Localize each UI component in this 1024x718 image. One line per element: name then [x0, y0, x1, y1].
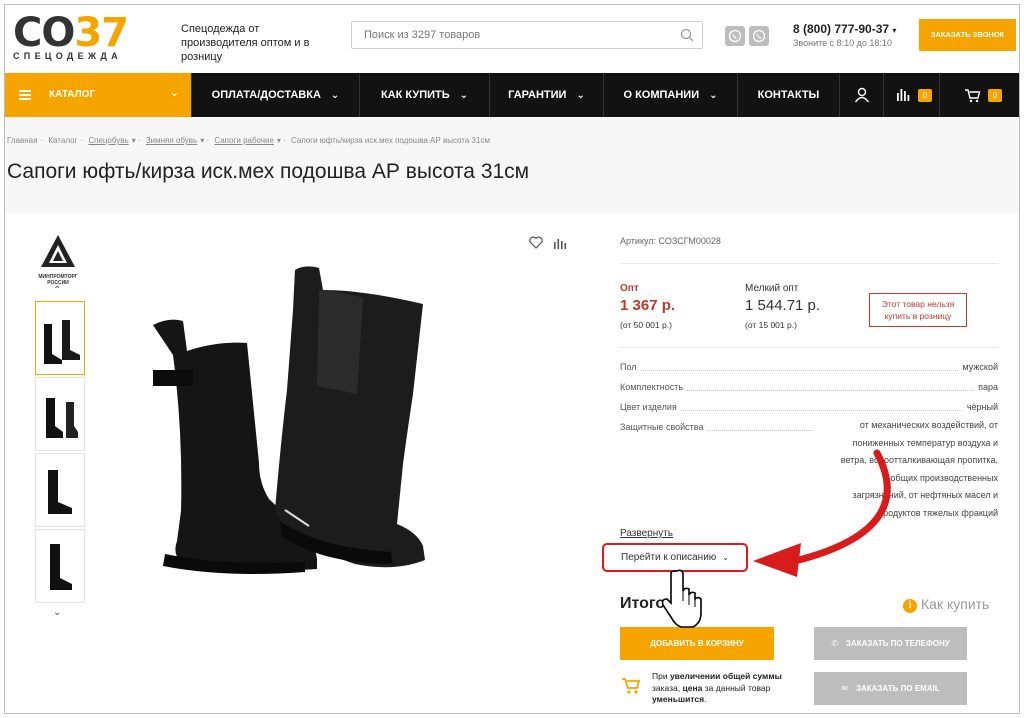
search-icon[interactable]	[680, 28, 694, 42]
burger-icon	[19, 90, 31, 100]
catalog-menu-button[interactable]: Каталог ⌄	[5, 73, 191, 117]
compare-icon	[897, 89, 910, 101]
tagline: Спецодежда от производителя оптом и в ро…	[181, 23, 310, 63]
callback-button[interactable]: Заказать звонок	[919, 19, 1016, 51]
logo-subtitle: СПЕЦОДЕЖДА	[13, 51, 122, 61]
nav-how-to-buy[interactable]: Как купить ⌄	[359, 73, 489, 117]
cart-icon	[965, 89, 981, 103]
favorite-icon[interactable]	[529, 236, 543, 249]
logo[interactable]: СО37 СПЕЦОДЕЖДА	[13, 13, 155, 61]
page-title: Сапоги юфть/кирза иск.мех подошва АР выс…	[7, 160, 530, 183]
opt-price-label: Опт	[620, 283, 639, 294]
breadcrumb-winter[interactable]: Зимняя обувь	[146, 136, 197, 145]
small-opt-price-note: (от 15 001 р.)	[745, 320, 797, 330]
order-by-email-button[interactable]: ✉ Заказать по email	[814, 672, 967, 705]
account-icon[interactable]	[839, 73, 883, 117]
page-frame: СО37 СПЕЦОДЕЖДА Спецодежда от производит…	[4, 4, 1020, 714]
breadcrumb-work-boots[interactable]: Сапоги рабочие	[214, 136, 274, 145]
chevron-down-icon: ⌄	[169, 87, 179, 99]
divider	[620, 347, 998, 348]
logo-text-b: 37	[74, 10, 129, 56]
small-opt-price-label: Мелкий опт	[745, 283, 799, 294]
nav-guarantees[interactable]: Гарантии ⌄	[489, 73, 603, 117]
expand-specs-link[interactable]: Развернуть	[620, 528, 673, 539]
compare-count-badge: 0	[918, 89, 932, 102]
chevron-down-icon: ⌄	[709, 90, 718, 101]
chevron-down-icon: ⌄	[330, 90, 340, 101]
chevron-down-icon: ⌄	[722, 553, 729, 562]
add-to-cart-button[interactable]: Добавить в корзину	[620, 627, 774, 660]
product-image[interactable]	[135, 260, 435, 600]
breadcrumb-catalog[interactable]: Каталог	[48, 136, 77, 145]
thumb-down-arrow[interactable]: ⌄	[53, 607, 61, 618]
site-header: СО37 СПЕЦОДЕЖДА Спецодежда от производит…	[5, 5, 1019, 73]
breadcrumb-footwear[interactable]: Спецобувь	[88, 136, 128, 145]
cart-discount-icon	[622, 678, 641, 694]
thumbnail-4[interactable]	[35, 529, 85, 603]
thumbnail-2[interactable]	[35, 377, 85, 451]
minpromtorg-logo	[41, 235, 75, 267]
cart-count-badge: 0	[988, 89, 1002, 102]
thumb-up-arrow[interactable]: ⌃	[53, 285, 61, 296]
main-nav: Каталог ⌄ Оплата/доставка ⌄ Как купить ⌄ Г…	[5, 73, 1019, 117]
product-sku: Артикул: СОЗСГМ00028	[620, 236, 721, 246]
info-icon: i	[903, 599, 917, 613]
envelope-icon: ✉	[841, 684, 848, 693]
certificate-badge[interactable]: Минпромторг России	[33, 233, 83, 287]
opt-price: 1 367 р.	[620, 297, 676, 314]
cart-link[interactable]: 0	[939, 73, 1019, 117]
chevron-down-icon: ⌄	[459, 90, 469, 101]
search-box	[351, 21, 703, 49]
whatsapp-icon[interactable]	[749, 26, 769, 46]
thumbnail-1[interactable]	[35, 301, 85, 375]
phone-icon: ✆	[831, 639, 838, 648]
total-label: Итого	[620, 595, 666, 612]
nav-payment[interactable]: Оплата/доставка ⌄	[191, 73, 359, 117]
phone-number[interactable]: 8 (800) 777-90-37 ▾	[793, 22, 896, 36]
breadcrumb: Главная · Каталог · Спецобувь ▾ · Зимняя об…	[7, 136, 490, 145]
thumbnail-3[interactable]	[35, 453, 85, 527]
breadcrumb-home[interactable]: Главная	[7, 136, 37, 145]
viber-icon[interactable]	[725, 26, 745, 46]
phone-hours: Звоните с 8:10 до 18:10	[793, 38, 892, 48]
hand-pointer-icon	[661, 569, 702, 628]
compare-link[interactable]: 0	[883, 73, 939, 117]
order-by-phone-button[interactable]: ✆ Заказать по телефону	[814, 627, 967, 660]
small-opt-price: 1 544.71 р.	[745, 297, 821, 314]
logo-text-a: СО	[13, 10, 75, 56]
goto-description-link[interactable]: Перейти к описанию ⌄	[602, 543, 748, 572]
breadcrumb-current: Сапоги юфть/кирза иск.мех подошва АР выс…	[291, 136, 490, 145]
chevron-down-icon: ⌄	[576, 90, 585, 101]
retail-warning: Этот товар нельзя купить в розницу	[869, 293, 967, 327]
nav-contacts[interactable]: Контакты	[737, 73, 839, 117]
search-input[interactable]	[352, 22, 652, 48]
annotation-arrowhead	[753, 543, 801, 577]
nav-about[interactable]: О компании ⌄	[603, 73, 737, 117]
opt-price-note: (от 50 001 р.)	[620, 320, 672, 330]
how-to-buy-link[interactable]: i Как купить	[903, 596, 989, 613]
divider	[620, 263, 998, 264]
bulk-discount-hint: При увеличении общей суммы заказа, цена …	[652, 671, 782, 704]
spec-protection-value: от механических воздействий, от пониженн…	[840, 420, 998, 518]
compare-add-icon[interactable]	[553, 237, 567, 249]
